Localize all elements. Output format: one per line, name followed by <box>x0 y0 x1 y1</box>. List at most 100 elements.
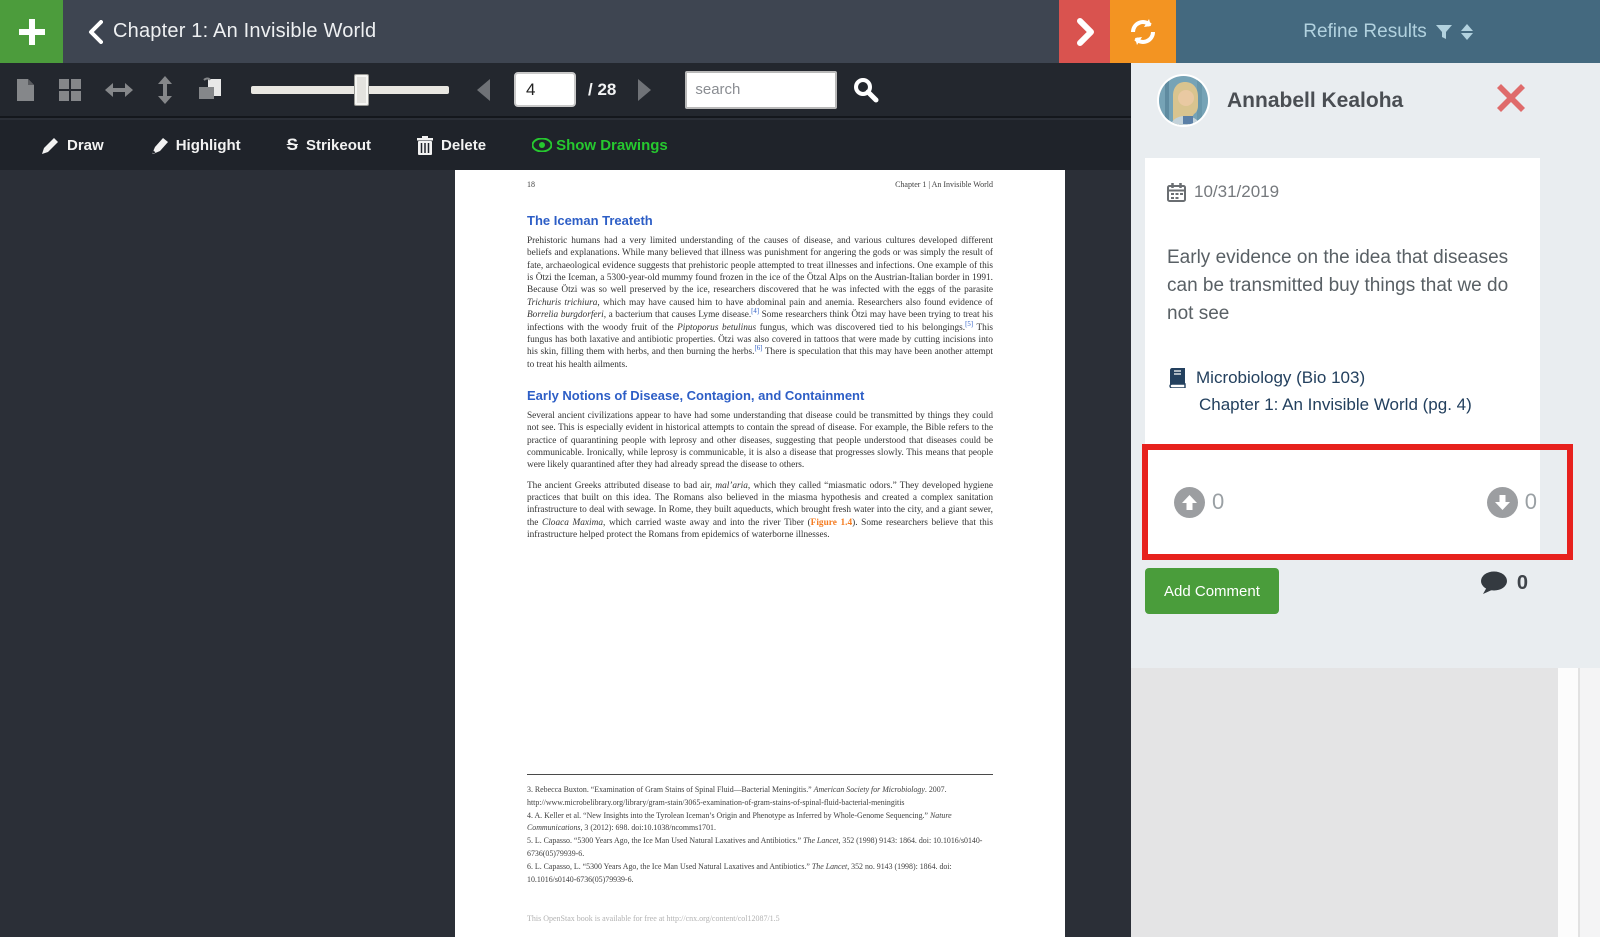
text-segment: Prehistoric humans had a very limited un… <box>527 236 993 295</box>
avatar-photo <box>1159 76 1210 127</box>
trash-icon <box>417 136 433 155</box>
refresh-button[interactable] <box>1110 0 1176 63</box>
section-heading: The Iceman Treateth <box>527 213 993 228</box>
upvote-count: 0 <box>1212 489 1224 515</box>
text-segment: The ancient Greeks attributed disease to… <box>527 481 715 491</box>
back-button[interactable] <box>87 20 103 44</box>
figure-link[interactable]: Figure 1.4 <box>811 518 852 528</box>
page-icon <box>16 78 35 102</box>
downvote-circle[interactable] <box>1487 487 1518 518</box>
comment-count-indicator: 0 <box>1481 571 1528 595</box>
arrow-up-icon <box>1181 494 1198 511</box>
highlight-button[interactable]: Highlight <box>150 136 241 154</box>
comment-count: 0 <box>1517 572 1528 595</box>
annotation-author-name: Annabell Kealoha <box>1227 89 1403 113</box>
text-segment: Trichuris trichiura <box>527 298 597 308</box>
pdf-page: 18 Chapter 1 | An Invisible World The Ic… <box>455 170 1065 937</box>
vote-highlight-box: 0 0 <box>1142 444 1573 560</box>
text-segment: Piptoporus betulinus <box>677 323 756 333</box>
annotation-date-row: 10/31/2019 <box>1167 182 1518 202</box>
text-segment: , which carried waste away and into the … <box>603 518 811 528</box>
text-segment: American Society for Microbiology <box>814 785 925 794</box>
close-annotation-button[interactable] <box>1496 83 1526 113</box>
zoom-slider-handle[interactable] <box>354 74 369 106</box>
eye-icon <box>532 138 552 152</box>
fit-height-button[interactable] <box>157 76 173 104</box>
text-segment: Cloaca Maxima <box>542 518 603 528</box>
delete-button[interactable]: Delete <box>417 136 486 155</box>
fit-height-icon <box>157 76 173 104</box>
annotation-date: 10/31/2019 <box>1194 182 1279 202</box>
highlighter-icon <box>150 136 168 154</box>
paragraph: Several ancient civilizations appear to … <box>527 410 993 472</box>
avatar <box>1157 74 1210 127</box>
previous-page-button[interactable] <box>477 79 490 101</box>
pdf-running-header: Chapter 1 | An Invisible World <box>895 180 993 189</box>
annotation-toolbar: Draw Highlight S Strikeout Delete Show D… <box>0 120 1131 170</box>
fit-width-button[interactable] <box>105 82 133 98</box>
strikeout-button[interactable]: S Strikeout <box>287 135 371 155</box>
results-lower-area <box>1131 668 1600 937</box>
text-segment: 3. Rebecca Buxton. “Examination of Gram … <box>527 785 814 794</box>
text-segment: 4. A. Keller et al. “New Insights into t… <box>527 811 930 820</box>
next-panel-button[interactable] <box>1059 0 1110 63</box>
zoom-slider[interactable] <box>251 86 449 94</box>
book-icon <box>1167 368 1187 388</box>
footnote: 4. A. Keller et al. “New Insights into t… <box>527 810 993 836</box>
pdf-page-number: 18 <box>527 180 535 189</box>
paragraph: The ancient Greeks attributed disease to… <box>527 480 993 542</box>
footnote-ref[interactable]: [4] <box>751 308 759 315</box>
single-page-view-button[interactable] <box>16 78 35 102</box>
page-number-input[interactable] <box>514 72 576 107</box>
annotation-book-row: Microbiology (Bio 103) <box>1167 366 1518 390</box>
show-drawings-toggle[interactable]: Show Drawings <box>532 137 668 154</box>
show-drawings-label: Show Drawings <box>556 137 668 154</box>
results-panel <box>1131 668 1558 937</box>
fit-width-icon <box>105 82 133 98</box>
plus-icon <box>17 17 47 47</box>
highlight-label: Highlight <box>176 137 241 154</box>
app-window: Chapter 1: An Invisible World Refine Res… <box>0 0 1600 937</box>
downvote-button[interactable]: 0 <box>1487 487 1537 518</box>
delete-label: Delete <box>441 137 486 154</box>
refresh-icon <box>1129 18 1157 46</box>
page-total-label: / 28 <box>588 80 616 100</box>
pdf-page-header: 18 Chapter 1 | An Invisible World <box>527 180 993 189</box>
annotation-source: Microbiology (Bio 103) Chapter 1: An Inv… <box>1167 366 1518 417</box>
footnote-ref[interactable]: [5] <box>965 320 973 327</box>
search-button[interactable] <box>853 77 879 103</box>
arrow-down-icon <box>1494 494 1511 511</box>
upvote-button[interactable]: 0 <box>1174 487 1224 518</box>
filter-icon <box>1435 23 1453 41</box>
add-button[interactable] <box>0 0 63 63</box>
grid-view-button[interactable] <box>59 79 81 101</box>
footnote-divider <box>527 774 993 775</box>
text-segment: 6. L. Capasso, L. “5300 Years Ago, the I… <box>527 862 812 871</box>
refine-results-label: Refine Results <box>1303 21 1427 43</box>
draw-button[interactable]: Draw <box>42 137 104 154</box>
strikeout-label: Strikeout <box>306 137 371 154</box>
upvote-circle[interactable] <box>1174 487 1205 518</box>
search-icon <box>853 77 879 103</box>
layered-pages-icon <box>197 77 223 103</box>
sidebar-scrollbar[interactable] <box>1558 668 1578 937</box>
add-comment-button[interactable]: Add Comment <box>1145 568 1279 614</box>
draw-label: Draw <box>67 137 104 154</box>
close-icon <box>1496 83 1526 113</box>
refine-results-header[interactable]: Refine Results <box>1176 0 1600 63</box>
text-segment: 5. L. Capasso. “5300 Years Ago, the Ice … <box>527 836 803 845</box>
annotation-book-location: Chapter 1: An Invisible World (pg. 4) <box>1167 393 1518 417</box>
downvote-count: 0 <box>1525 489 1537 515</box>
next-page-button[interactable] <box>638 79 651 101</box>
page-layers-button[interactable] <box>197 77 223 103</box>
paragraph: Prehistoric humans had a very limited un… <box>527 235 993 371</box>
viewer-canvas: 18 Chapter 1 | An Invisible World The Ic… <box>0 170 1131 937</box>
text-segment: fungus, which was discovered tied to his… <box>756 323 965 333</box>
search-input[interactable] <box>685 71 837 109</box>
annotation-sidebar: Annabell Kealoha 10/31/2019 Early eviden… <box>1131 63 1600 937</box>
text-segment: , 3 (2012): 698. doi:10.1038/ncomms1701. <box>580 823 715 832</box>
footnote: 5. L. Capasso. “5300 Years Ago, the Ice … <box>527 835 993 861</box>
viewer-toolbar: / 28 <box>0 63 1131 118</box>
pencil-icon <box>42 137 59 154</box>
sidebar-edge-strip <box>1580 668 1600 937</box>
